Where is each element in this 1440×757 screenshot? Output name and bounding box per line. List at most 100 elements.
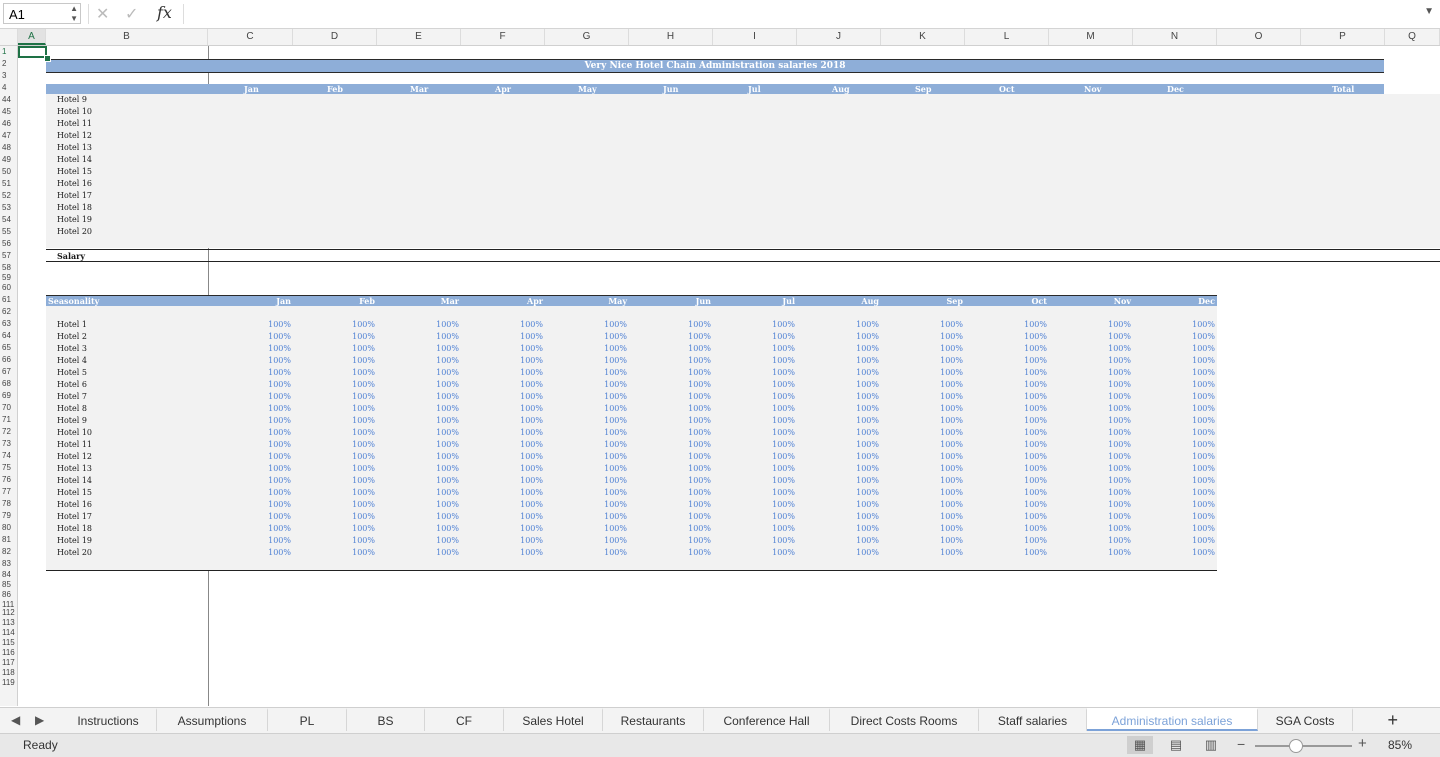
row-header-73[interactable]: 73 — [0, 439, 17, 448]
seasonality-cell[interactable]: 100% — [1007, 320, 1047, 329]
column-header-h[interactable]: H — [629, 29, 713, 45]
seasonality-cell[interactable]: 100% — [1175, 356, 1215, 365]
seasonality-cell[interactable]: 100% — [1091, 440, 1131, 449]
seasonality-cell[interactable]: 100% — [587, 548, 627, 557]
row-header-62[interactable]: 62 — [0, 307, 17, 316]
seasonality-cell[interactable]: 100% — [503, 428, 543, 437]
seasonality-cell[interactable]: 100% — [587, 416, 627, 425]
seasonality-cell[interactable]: 100% — [335, 356, 375, 365]
row-header-49[interactable]: 49 — [0, 155, 17, 164]
column-header-c[interactable]: C — [208, 29, 293, 45]
seasonality-cell[interactable]: 100% — [755, 464, 795, 473]
seasonality-cell[interactable]: 100% — [671, 368, 711, 377]
row-header-116[interactable]: 116 — [0, 648, 17, 657]
seasonality-cell[interactable]: 100% — [1175, 464, 1215, 473]
zoom-slider-thumb[interactable] — [1289, 739, 1303, 753]
seasonality-cell[interactable]: 100% — [503, 524, 543, 533]
seasonality-cell[interactable]: 100% — [923, 428, 963, 437]
seasonality-cell[interactable]: 100% — [503, 344, 543, 353]
add-sheet-button[interactable]: + — [1387, 710, 1398, 731]
row-header-85[interactable]: 85 — [0, 580, 17, 589]
seasonality-cell[interactable]: 100% — [923, 368, 963, 377]
seasonality-cell[interactable]: 100% — [755, 512, 795, 521]
row-header-57[interactable]: 57 — [0, 251, 17, 260]
seasonality-cell[interactable]: 100% — [755, 524, 795, 533]
column-header-l[interactable]: L — [965, 29, 1049, 45]
row-header-67[interactable]: 67 — [0, 367, 17, 376]
seasonality-cell[interactable]: 100% — [251, 404, 291, 413]
seasonality-cell[interactable]: 100% — [755, 440, 795, 449]
column-header-k[interactable]: K — [881, 29, 965, 45]
row-header-69[interactable]: 69 — [0, 391, 17, 400]
column-header-m[interactable]: M — [1049, 29, 1133, 45]
seasonality-cell[interactable]: 100% — [755, 416, 795, 425]
seasonality-cell[interactable]: 100% — [839, 380, 879, 389]
seasonality-cell[interactable]: 100% — [1175, 404, 1215, 413]
seasonality-cell[interactable]: 100% — [923, 476, 963, 485]
seasonality-cell[interactable]: 100% — [923, 332, 963, 341]
seasonality-cell[interactable]: 100% — [1007, 392, 1047, 401]
sheet-tab-pl[interactable]: PL — [268, 708, 347, 731]
column-header-j[interactable]: J — [797, 29, 881, 45]
seasonality-cell[interactable]: 100% — [839, 368, 879, 377]
seasonality-cell[interactable]: 100% — [1175, 368, 1215, 377]
seasonality-cell[interactable]: 100% — [587, 488, 627, 497]
seasonality-cell[interactable]: 100% — [587, 356, 627, 365]
sheet-tab-conference-hall[interactable]: Conference Hall — [704, 708, 830, 731]
seasonality-cell[interactable]: 100% — [923, 536, 963, 545]
seasonality-cell[interactable]: 100% — [1175, 344, 1215, 353]
seasonality-cell[interactable]: 100% — [839, 428, 879, 437]
seasonality-cell[interactable]: 100% — [419, 416, 459, 425]
seasonality-cell[interactable]: 100% — [503, 536, 543, 545]
seasonality-cell[interactable]: 100% — [419, 476, 459, 485]
seasonality-cell[interactable]: 100% — [335, 500, 375, 509]
seasonality-cell[interactable]: 100% — [1007, 332, 1047, 341]
seasonality-cell[interactable]: 100% — [923, 452, 963, 461]
seasonality-cell[interactable]: 100% — [587, 332, 627, 341]
column-header-n[interactable]: N — [1133, 29, 1217, 45]
column-header-a[interactable]: A — [18, 29, 46, 45]
sheet-tab-direct-costs-rooms[interactable]: Direct Costs Rooms — [830, 708, 979, 731]
seasonality-cell[interactable]: 100% — [755, 392, 795, 401]
next-sheet-icon[interactable]: ▶ — [35, 713, 44, 727]
row-header-79[interactable]: 79 — [0, 511, 17, 520]
seasonality-cell[interactable]: 100% — [419, 464, 459, 473]
seasonality-cell[interactable]: 100% — [251, 548, 291, 557]
seasonality-cell[interactable]: 100% — [1091, 500, 1131, 509]
seasonality-cell[interactable]: 100% — [335, 416, 375, 425]
seasonality-cell[interactable]: 100% — [335, 488, 375, 497]
seasonality-cell[interactable]: 100% — [1007, 536, 1047, 545]
seasonality-cell[interactable]: 100% — [1007, 500, 1047, 509]
seasonality-cell[interactable]: 100% — [503, 404, 543, 413]
row-header-4[interactable]: 4 — [0, 83, 17, 92]
seasonality-cell[interactable]: 100% — [503, 452, 543, 461]
row-header-44[interactable]: 44 — [0, 95, 17, 104]
seasonality-cell[interactable]: 100% — [755, 548, 795, 557]
seasonality-cell[interactable]: 100% — [923, 548, 963, 557]
sheet-tab-administration-salaries[interactable]: Administration salaries — [1087, 708, 1258, 731]
seasonality-cell[interactable]: 100% — [503, 464, 543, 473]
column-header-o[interactable]: O — [1217, 29, 1301, 45]
row-header-60[interactable]: 60 — [0, 283, 17, 292]
seasonality-cell[interactable]: 100% — [419, 440, 459, 449]
seasonality-cell[interactable]: 100% — [251, 464, 291, 473]
seasonality-cell[interactable]: 100% — [1175, 428, 1215, 437]
seasonality-cell[interactable]: 100% — [251, 452, 291, 461]
seasonality-cell[interactable]: 100% — [335, 344, 375, 353]
seasonality-cell[interactable]: 100% — [1175, 524, 1215, 533]
seasonality-cell[interactable]: 100% — [1007, 452, 1047, 461]
seasonality-cell[interactable]: 100% — [671, 356, 711, 365]
seasonality-cell[interactable]: 100% — [419, 488, 459, 497]
seasonality-cell[interactable]: 100% — [839, 464, 879, 473]
seasonality-cell[interactable]: 100% — [755, 356, 795, 365]
salary-data-area[interactable] — [46, 94, 1440, 248]
seasonality-cell[interactable]: 100% — [251, 440, 291, 449]
column-header-f[interactable]: F — [461, 29, 545, 45]
seasonality-cell[interactable]: 100% — [587, 344, 627, 353]
seasonality-cell[interactable]: 100% — [839, 500, 879, 509]
seasonality-cell[interactable]: 100% — [587, 392, 627, 401]
row-header-63[interactable]: 63 — [0, 319, 17, 328]
seasonality-cell[interactable]: 100% — [1091, 476, 1131, 485]
seasonality-cell[interactable]: 100% — [671, 332, 711, 341]
seasonality-cell[interactable]: 100% — [923, 512, 963, 521]
